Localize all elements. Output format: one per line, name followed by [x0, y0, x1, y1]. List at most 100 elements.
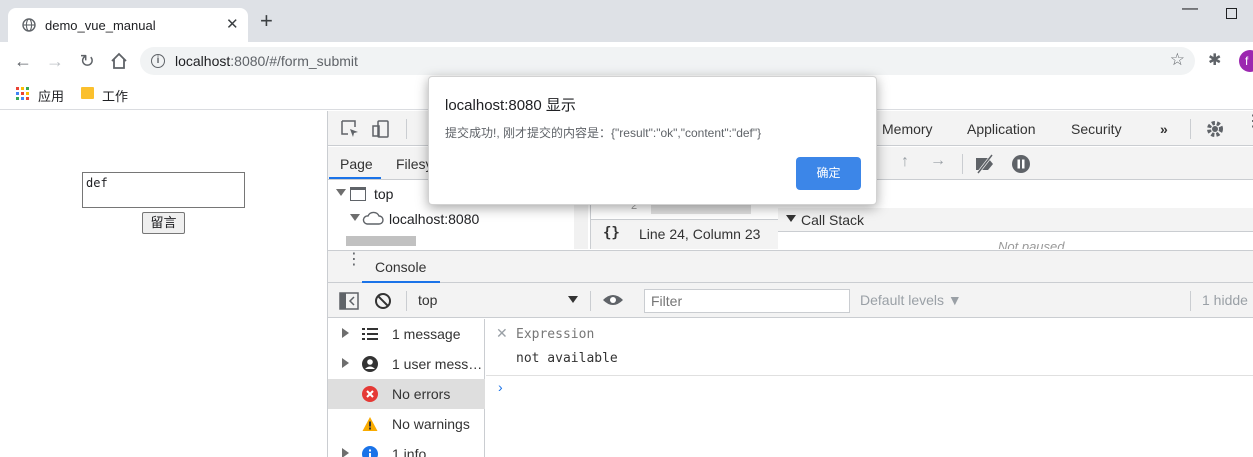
pretty-print-icon[interactable]: {}	[603, 225, 620, 241]
browser-tab[interactable]: demo_vue_manual ✕	[8, 8, 248, 42]
tab-memory[interactable]: Memory	[882, 121, 933, 137]
filter-input[interactable]	[644, 289, 850, 313]
alert-title: localhost:8080 显示	[445, 97, 576, 114]
remove-expression-icon[interactable]: ✕	[496, 325, 508, 342]
call-stack-title: Call Stack	[801, 212, 865, 228]
ok-button[interactable]: 确定	[796, 157, 861, 190]
tab-console[interactable]: Console	[375, 259, 426, 275]
globe-icon	[22, 18, 36, 32]
warning-icon	[362, 417, 378, 431]
extensions-puzzle-icon[interactable]: ✱	[1208, 50, 1221, 70]
apps-grid-icon[interactable]	[16, 87, 30, 101]
sidebar-item-label: 1 message	[392, 326, 461, 342]
sidebar-item-errors[interactable]: No errors	[328, 379, 485, 409]
deactivate-breakpoints-icon[interactable]	[974, 154, 996, 174]
toolbar-divider	[1190, 119, 1191, 139]
tab-application[interactable]: Application	[967, 121, 1036, 137]
frame-icon	[350, 187, 366, 201]
sidebar-toggle-icon[interactable]	[339, 292, 359, 310]
close-tab-icon[interactable]: ✕	[226, 15, 239, 33]
tab-page[interactable]: Page	[340, 156, 373, 172]
reload-button[interactable]: ↻	[76, 50, 98, 72]
expand-arrow-icon[interactable]	[342, 328, 349, 338]
expression-value: not available	[516, 351, 618, 366]
tree-origin[interactable]: localhost:8080	[389, 211, 479, 227]
sidebar-item-label: 1 info	[392, 446, 427, 457]
bookmark-apps[interactable]: 应用	[38, 86, 64, 105]
call-stack-body: Not paused	[778, 233, 1253, 249]
tab-title: demo_vue_manual	[45, 18, 156, 33]
maximize-window-icon[interactable]	[1226, 8, 1237, 19]
console-sidebar: 1 message 1 user mess… No errors No warn…	[328, 319, 485, 457]
error-icon	[362, 386, 378, 402]
browser-toolbar: ← → ↻ i localhost:8080/#/form_submit ☆	[0, 42, 1253, 80]
sidebar-item-label: 1 user mess…	[392, 356, 483, 372]
sidebar-item-user-messages[interactable]: 1 user mess…	[328, 349, 485, 379]
live-expression: ✕ Expression not available	[486, 319, 1253, 376]
drawer-tabs: ⋮ Console	[328, 250, 1253, 283]
toolbar-divider	[590, 291, 591, 311]
console-prompt[interactable]: ›	[498, 379, 503, 395]
call-stack-header[interactable]: Call Stack	[778, 208, 1253, 232]
info-icon	[362, 446, 378, 457]
bookmark-work[interactable]: 工作	[102, 86, 128, 105]
alert-message: 提交成功!, 刚才提交的内容是：{"result":"ok","content"…	[445, 126, 762, 140]
expand-arrow-icon[interactable]	[336, 189, 346, 196]
expand-arrow-icon[interactable]	[350, 214, 360, 221]
sidebar-item-label: No errors	[392, 386, 451, 402]
minimize-window-icon[interactable]: —	[1182, 0, 1198, 18]
sidebar-item-messages[interactable]: 1 message	[328, 319, 485, 349]
cursor-position: Line 24, Column 23	[639, 226, 761, 242]
sidebar-item-label: No warnings	[392, 416, 470, 432]
new-tab-button[interactable]: +	[260, 10, 273, 32]
toolbar-divider	[1190, 291, 1191, 311]
alert-dialog: localhost:8080 显示 提交成功!, 刚才提交的内容是：{"resu…	[428, 76, 877, 205]
home-icon[interactable]	[108, 50, 130, 72]
toolbar-divider	[406, 291, 407, 311]
expand-arrow-icon[interactable]	[342, 448, 349, 457]
active-tab-underline	[329, 177, 381, 179]
context-selector[interactable]: top	[418, 292, 437, 308]
address-bar[interactable]: i localhost:8080/#/form_submit ☆	[140, 47, 1195, 75]
horizontal-scrollbar[interactable]	[346, 236, 416, 246]
device-toolbar-icon[interactable]	[371, 119, 391, 139]
user-icon	[362, 356, 378, 372]
list-icon	[362, 328, 378, 340]
tree-frame-top[interactable]: top	[374, 186, 393, 202]
collapse-arrow-icon[interactable]	[786, 215, 796, 222]
step-icon[interactable]: →	[930, 152, 946, 170]
tab-strip: demo_vue_manual ✕ + —	[0, 0, 1253, 42]
site-info-icon[interactable]: i	[151, 54, 165, 68]
source-status-bar: {} Line 24, Column 23	[590, 219, 778, 249]
toolbar-divider	[406, 119, 407, 139]
bookmark-star-icon[interactable]: ☆	[1170, 50, 1185, 70]
log-levels-dropdown[interactable]: Default levels ▼	[860, 292, 962, 308]
page-content: def 留言	[0, 111, 327, 457]
message-textarea[interactable]: def	[82, 172, 245, 208]
tab-security[interactable]: Security	[1071, 121, 1122, 137]
more-tabs-icon[interactable]: »	[1160, 121, 1168, 137]
pause-on-exceptions-icon[interactable]	[1011, 154, 1031, 174]
hidden-count: 1 hidde	[1202, 292, 1248, 308]
sidebar-item-info[interactable]: 1 info	[328, 439, 485, 457]
not-paused-text: Not paused	[998, 239, 1065, 249]
toolbar-divider	[962, 154, 963, 174]
expression-label[interactable]: Expression	[516, 327, 594, 342]
cloud-icon	[362, 211, 384, 225]
step-out-icon[interactable]: ↑	[901, 153, 909, 171]
url-text[interactable]: localhost:8080/#/form_submit	[175, 53, 358, 69]
dropdown-arrow-icon[interactable]	[568, 296, 578, 303]
sidebar-item-warnings[interactable]: No warnings	[328, 409, 485, 439]
clear-console-icon[interactable]	[374, 292, 392, 310]
submit-button[interactable]: 留言	[142, 212, 185, 234]
forward-button[interactable]: →	[44, 50, 66, 72]
back-button[interactable]: ←	[12, 50, 34, 72]
drawer-menu-icon[interactable]: ⋮	[346, 252, 362, 268]
kebab-menu-icon[interactable]: ⋮	[1245, 114, 1253, 130]
console-toolbar: top Default levels ▼ 1 hidde	[328, 283, 1253, 318]
settings-gear-icon[interactable]	[1205, 119, 1225, 139]
expand-arrow-icon[interactable]	[342, 358, 349, 368]
live-expression-eye-icon[interactable]	[602, 293, 624, 307]
inspect-element-icon[interactable]	[340, 119, 360, 139]
folder-icon	[81, 87, 94, 99]
